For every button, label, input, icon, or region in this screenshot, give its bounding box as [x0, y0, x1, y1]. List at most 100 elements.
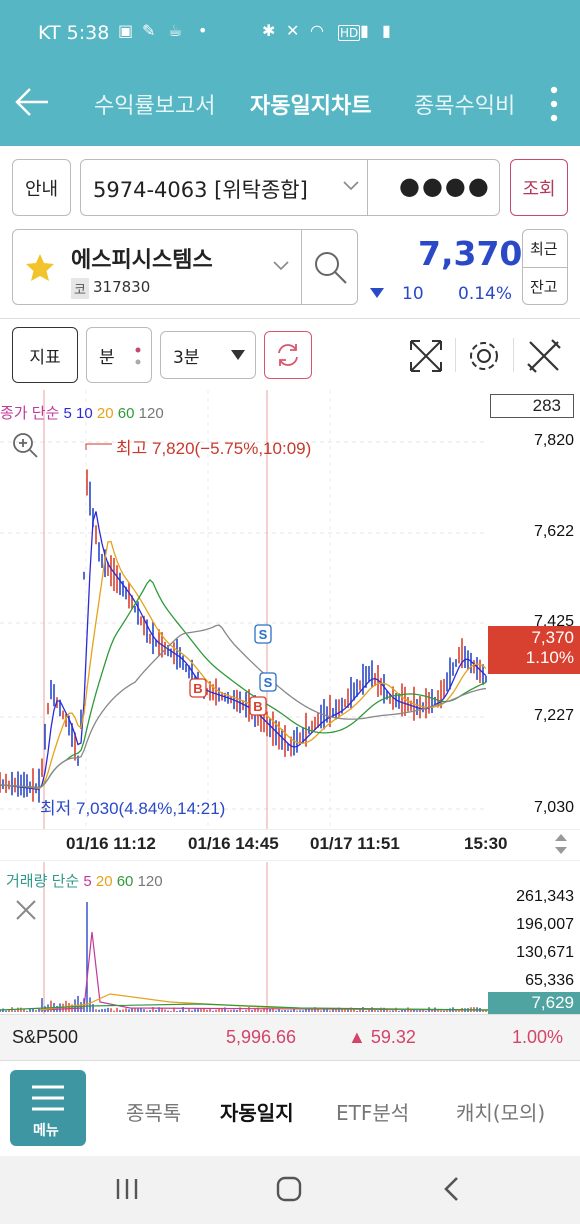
indicator-button[interactable]: 지표 — [12, 327, 78, 383]
ma-item: 60 — [112, 873, 134, 890]
divider — [523, 267, 567, 268]
account-number: 5974-4063 [위탁종합] — [93, 178, 308, 202]
close-icon[interactable] — [14, 898, 38, 922]
battery-icon: ▮ — [382, 21, 391, 40]
divider — [455, 338, 456, 372]
ma-prefix: 종가 단순 — [0, 405, 60, 422]
index-name: S&P500 — [12, 1027, 79, 1047]
back-icon[interactable] — [442, 1176, 460, 1202]
current-volume-tag: 7,629 — [488, 992, 580, 1014]
settings-gear-icon[interactable] — [466, 338, 502, 374]
dropdown-triangle-icon — [231, 350, 245, 360]
menu-button[interactable]: 메뉴 — [10, 1070, 86, 1146]
tab-return-report[interactable]: 수익률보고서 — [94, 88, 215, 120]
splitter-handle-icon[interactable] — [554, 832, 568, 856]
trade-marker: S — [259, 627, 268, 642]
balance-label[interactable]: 잔고 — [530, 276, 558, 297]
unit-selector[interactable]: 분 — [86, 327, 152, 383]
volume-chart[interactable]: 거래량 단순 5 20 60 120 261,343 196,007 130,6… — [0, 862, 580, 1014]
index-value: 5,996.66 — [226, 1027, 297, 1047]
system-nav-bar — [0, 1156, 580, 1224]
nav-item-catch[interactable]: 캐치(모의) — [456, 1097, 545, 1126]
price-chart[interactable]: BBSS 종가 단순 5 10 20 60 120 283 7,820 7,62… — [0, 390, 580, 830]
divider — [0, 860, 580, 861]
stock-selector[interactable]: 에스피시스템스 코 317830 — [12, 229, 358, 305]
moving-average-line — [0, 578, 487, 789]
divider — [367, 160, 368, 215]
divider — [0, 318, 580, 319]
zoom-in-icon[interactable] — [10, 430, 40, 460]
y-tick: 65,336 — [525, 972, 574, 989]
price-change: 10 — [402, 284, 424, 304]
dots-icon — [135, 347, 141, 365]
recent-balance-toggle[interactable]: 최근 잔고 — [522, 229, 568, 305]
y-tick: 130,671 — [516, 944, 574, 961]
guide-button[interactable]: 안내 — [12, 159, 71, 216]
hd-icon: HD — [338, 25, 361, 41]
home-icon[interactable] — [276, 1176, 302, 1202]
current-price: 7,370 — [418, 234, 523, 273]
status-bar: KT 5:38 ▣ ✎ ☕ • ✱ ✕ ◠ HD ▮ ▮ — [0, 0, 580, 62]
nav-item-stock-talk[interactable]: 종목톡 — [126, 1097, 181, 1126]
nav-item-auto-journal[interactable]: 자동일지 — [220, 1097, 294, 1126]
trade-marker: B — [193, 681, 202, 696]
y-tick: 261,343 — [516, 888, 574, 905]
moving-average-line — [0, 540, 487, 790]
trade-marker: B — [253, 699, 262, 714]
ma-item: 20 — [91, 873, 113, 890]
stock-code: 317830 — [93, 278, 151, 296]
ma-item: 60 — [113, 405, 135, 422]
divider — [0, 829, 580, 830]
visible-count-box[interactable]: 283 — [490, 394, 574, 418]
recent-apps-icon[interactable] — [114, 1178, 140, 1200]
dot-icon: • — [198, 21, 208, 40]
password-field[interactable]: ●●●● — [399, 172, 491, 200]
x-tick: 01/16 11:12 — [66, 834, 156, 853]
x-tick: 01/16 14:45 — [188, 834, 279, 853]
status-time: KT 5:38 — [38, 22, 110, 44]
market-badge: 코 — [71, 278, 89, 299]
y-tick: 7,622 — [533, 523, 574, 540]
index-ticker-bar[interactable]: S&P500 5,996.66 ▲ 59.32 1.00% — [0, 1014, 580, 1061]
ma-prefix: 거래량 단순 — [6, 873, 80, 890]
divider — [301, 230, 302, 304]
price-change-pct: 0.14% — [458, 284, 513, 304]
volume-ma-line — [39, 993, 488, 1011]
refresh-button[interactable] — [264, 331, 312, 379]
volume-ma-line — [39, 931, 488, 1011]
account-selector[interactable]: 5974-4063 [위탁종합] ●●●● — [80, 159, 500, 216]
x-tick: 15:30 — [464, 834, 508, 853]
app-bar: 수익률보고서 자동일지차트 종목수익비 — [0, 62, 580, 146]
ma-item: 120 — [134, 405, 164, 422]
signal-icon: ▮ — [360, 21, 369, 40]
ma-list: 5 20 60 120 — [83, 873, 162, 890]
cup-icon: ☕ — [168, 21, 183, 40]
tab-auto-journal-chart[interactable]: 자동일지차트 — [250, 88, 371, 120]
refresh-icon — [278, 344, 298, 366]
query-button[interactable]: 조회 — [510, 159, 568, 216]
gallery-icon: ▣ — [118, 21, 134, 40]
hamburger-icon — [32, 1085, 64, 1111]
more-menu-icon[interactable] — [548, 84, 560, 124]
recent-label[interactable]: 최근 — [530, 238, 558, 259]
back-arrow-icon[interactable] — [14, 86, 50, 118]
tab-stock-return[interactable]: 종목수익비 — [414, 88, 522, 120]
down-triangle-icon — [370, 288, 384, 298]
high-marker — [85, 443, 112, 450]
ma-item: 5 — [63, 405, 72, 422]
trade-marker: S — [264, 675, 273, 690]
fullscreen-icon[interactable] — [408, 338, 444, 374]
chevron-down-icon — [343, 181, 359, 191]
bluetooth-icon: ✱ — [262, 21, 276, 40]
search-icon[interactable] — [313, 250, 349, 286]
interval-value: 3분 — [173, 347, 200, 368]
current-price-tag: 7,370 1.10% — [488, 626, 580, 674]
favorite-star-icon[interactable] — [25, 252, 55, 282]
nav-item-etf-analysis[interactable]: ETF분석 — [336, 1097, 409, 1126]
divider — [513, 338, 514, 372]
ma-item: 10 — [71, 405, 93, 422]
price-ma-legend: 종가 단순 5 10 20 60 120 — [0, 402, 164, 423]
current-price-tag-value: 7,370 — [531, 628, 574, 647]
tools-icon[interactable] — [526, 338, 562, 374]
interval-select[interactable]: 3분 — [160, 331, 256, 379]
